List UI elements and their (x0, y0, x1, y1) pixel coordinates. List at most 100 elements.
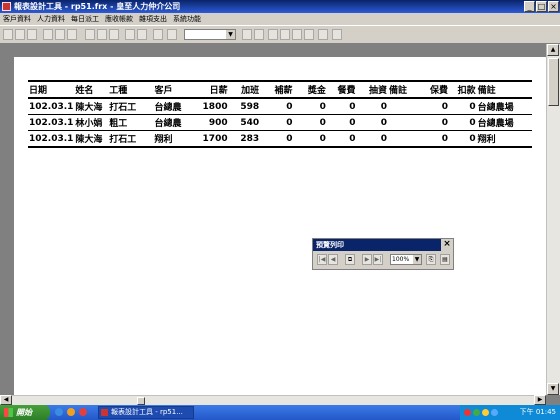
close-button[interactable]: × (548, 1, 559, 12)
save-icon[interactable] (27, 29, 37, 40)
spell-icon[interactable] (67, 29, 77, 40)
zoom-select[interactable]: 100% ▼ (390, 254, 422, 265)
print-preview-icon[interactable] (55, 29, 65, 40)
scroll-left-icon[interactable]: ◀ (0, 395, 12, 405)
print-preview-title: 預覽列印 × (313, 239, 453, 251)
menu-system[interactable]: 系統功能 (173, 13, 201, 25)
title-bar: 報表設計工具 - rp51.frx - 皇至人力仲介公司 _ □ × (0, 0, 560, 13)
table-cell: 0 (413, 114, 449, 131)
close-preview-icon[interactable]: ⎘ (426, 254, 436, 265)
table-cell: 0 (293, 130, 327, 148)
table-cell: 0 (449, 114, 477, 131)
table-row: 102.03.1 陳大海 打石工 台總農 1800 598 0 0 0 0 0 … (28, 98, 532, 115)
column-header: 獎金 (293, 80, 327, 99)
table-cell: 0 (326, 98, 357, 115)
app-icon[interactable] (79, 408, 87, 416)
tray-icon[interactable] (464, 409, 471, 416)
run-icon[interactable] (153, 29, 163, 40)
new-icon[interactable] (3, 29, 13, 40)
column-header: 姓名 (74, 80, 109, 99)
taskbar-item-label: 報表設計工具 - rp51... (111, 408, 183, 416)
copy-icon[interactable] (97, 29, 107, 40)
browser-icon[interactable] (55, 408, 63, 416)
code-icon[interactable] (292, 29, 302, 40)
toolbar-combo[interactable]: ▼ (184, 29, 236, 40)
paste-icon[interactable] (109, 29, 119, 40)
table-cell: 翔利 (153, 130, 199, 148)
menu-customer[interactable]: 客戶資料 (3, 13, 31, 25)
table-cell (387, 98, 414, 115)
app-icon (2, 2, 11, 11)
form-icon[interactable] (242, 29, 252, 40)
first-page-icon[interactable]: |◀ (317, 254, 327, 265)
clock: 下午 01:45 (519, 408, 556, 416)
tray-icon[interactable] (491, 409, 498, 416)
vertical-scrollbar[interactable]: ▲ ▼ (546, 44, 560, 395)
menu-expenses[interactable]: 雜項支出 (139, 13, 167, 25)
table-cell: 林小娟 (74, 114, 109, 131)
table-cell: 台總農 (153, 98, 199, 115)
prev-page-icon[interactable]: ◀ (328, 254, 338, 265)
cut-icon[interactable] (85, 29, 95, 40)
goto-page-icon[interactable]: ⧉ (345, 254, 355, 265)
column-header: 抽資 (356, 80, 388, 99)
help-icon[interactable] (332, 29, 342, 40)
report-icon[interactable] (254, 29, 264, 40)
print-icon[interactable]: ▤ (440, 254, 450, 265)
undo-icon[interactable] (125, 29, 135, 40)
scroll-down-icon[interactable]: ▼ (547, 383, 559, 395)
table-cell: 打石工 (108, 130, 154, 148)
output-icon[interactable] (304, 29, 314, 40)
chevron-down-icon: ▼ (226, 30, 235, 39)
scroll-right-icon[interactable]: ▶ (534, 395, 546, 405)
menu-daily-dispatch[interactable]: 每日派工 (71, 13, 99, 25)
last-page-icon[interactable]: ▶| (373, 254, 383, 265)
table-cell: 598 (228, 98, 261, 115)
table-cell: 0 (356, 98, 388, 115)
table-cell: 0 (356, 114, 388, 131)
scroll-thumb[interactable] (548, 58, 559, 106)
redo-icon[interactable] (137, 29, 147, 40)
view-icon[interactable] (318, 29, 328, 40)
menu-receivables[interactable]: 應收帳款 (105, 13, 133, 25)
maximize-button[interactable]: □ (536, 1, 547, 12)
media-icon[interactable] (67, 408, 75, 416)
next-page-icon[interactable]: ▶ (362, 254, 372, 265)
tray-icon[interactable] (473, 409, 480, 416)
table-cell: 283 (228, 130, 261, 148)
table-cell: 台總農場 (476, 114, 532, 131)
table-cell: 0 (449, 130, 477, 148)
data-icon[interactable] (268, 29, 278, 40)
table-cell: 900 (198, 114, 229, 131)
print-icon[interactable] (43, 29, 53, 40)
column-header: 日薪 (198, 80, 229, 99)
print-preview-toolbar: 預覽列印 × |◀ ◀ ⧉ ▶ ▶| 100% ▼ ⎘ ▤ (312, 238, 454, 270)
minimize-button[interactable]: _ (524, 1, 535, 12)
table-row: 102.03.1 林小娟 粗工 台總農 900 540 0 0 0 0 0 0 … (28, 114, 532, 131)
table-cell: 0 (260, 98, 294, 115)
table-cell: 0 (356, 130, 388, 148)
table-cell: 打石工 (108, 98, 154, 115)
column-header: 備註 (387, 80, 414, 99)
horizontal-scrollbar[interactable]: ◀ ▶ (0, 395, 546, 405)
close-icon[interactable]: × (441, 239, 453, 251)
start-button[interactable]: 開始 (0, 405, 50, 420)
app-icon (101, 409, 108, 416)
properties-icon[interactable] (280, 29, 290, 40)
table-cell: 102.03.1 (28, 130, 75, 148)
print-preview-title-text: 預覽列印 (316, 241, 344, 249)
table-cell: 0 (293, 114, 327, 131)
scroll-up-icon[interactable]: ▲ (547, 44, 559, 56)
table-cell: 0 (413, 130, 449, 148)
menu-staff[interactable]: 人力資料 (37, 13, 65, 25)
table-row: 102.03.1 陳大海 打石工 翔利 1700 283 0 0 0 0 0 0… (28, 130, 532, 148)
modify-icon[interactable] (167, 29, 177, 40)
taskbar: 開始 報表設計工具 - rp51... 下午 01:45 (0, 405, 560, 420)
menu-bar: 客戶資料 人力資料 每日派工 應收帳款 雜項支出 系統功能 (0, 13, 560, 25)
quick-launch (55, 408, 87, 416)
taskbar-item-report-designer[interactable]: 報表設計工具 - rp51... (98, 406, 194, 419)
scroll-thumb[interactable] (137, 397, 145, 405)
zoom-value: 100% (392, 256, 410, 263)
tray-icon[interactable] (482, 409, 489, 416)
open-icon[interactable] (15, 29, 25, 40)
